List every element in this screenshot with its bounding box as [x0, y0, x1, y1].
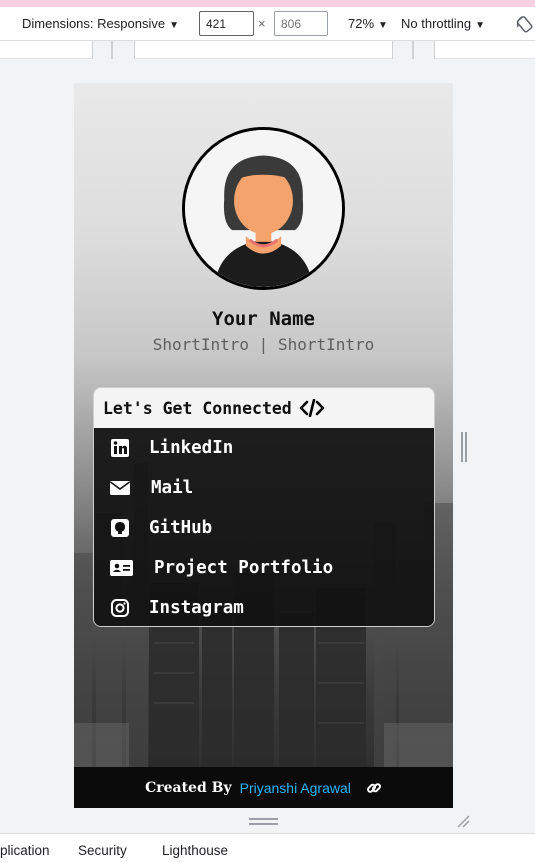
ruler-segment[interactable]: [92, 41, 112, 59]
link-icon[interactable]: [366, 780, 382, 796]
media-query-ruler: [0, 41, 535, 59]
portfolio-link[interactable]: Project Portfolio: [94, 548, 434, 588]
profile-avatar: [182, 127, 345, 290]
ruler-segment[interactable]: [413, 41, 435, 59]
profile-intro: ShortIntro | ShortIntro: [152, 335, 375, 354]
card-links: LinkedIn Mail GitHub Project Portfolio I…: [94, 428, 434, 626]
instagram-label: Instagram: [149, 598, 244, 618]
instagram-icon: [111, 599, 129, 617]
tab-security[interactable]: Security: [78, 843, 127, 858]
id-card-icon: [110, 560, 133, 576]
linkedin-icon: [111, 439, 129, 457]
ruler-segment[interactable]: [392, 41, 413, 59]
resize-handle-corner[interactable]: [456, 814, 470, 828]
linkedin-link[interactable]: LinkedIn: [94, 428, 434, 468]
width-input[interactable]: [199, 11, 254, 36]
portfolio-label: Project Portfolio: [154, 558, 334, 578]
dimensions-dropdown[interactable]: Dimensions: Responsive ▼: [22, 16, 179, 31]
profile-name: Your Name: [212, 308, 315, 330]
tab-lighthouse[interactable]: Lighthouse: [162, 843, 228, 858]
throttling-label: No throttling: [401, 16, 472, 31]
author-link[interactable]: Priyanshi Agrawal: [240, 780, 351, 796]
mail-icon: [110, 481, 130, 495]
resize-handle-right[interactable]: [461, 432, 467, 462]
mail-label: Mail: [151, 478, 194, 498]
zoom-dropdown[interactable]: 72% ▼: [348, 16, 388, 31]
created-by-text: Created By: [145, 779, 232, 796]
chevron-down-icon: ▼: [169, 20, 179, 31]
rotate-icon[interactable]: [516, 15, 534, 33]
devtools-tabs: plication Security Lighthouse: [0, 833, 535, 862]
card-title: Let's Get Connected: [103, 398, 292, 418]
device-toolbar: Dimensions: Responsive▼ × 72%▼ No thrott…: [0, 7, 535, 41]
chevron-down-icon: ▼: [475, 20, 485, 31]
linkedin-label: LinkedIn: [149, 438, 234, 458]
github-label: GitHub: [149, 518, 213, 538]
chevron-down-icon: ▼: [378, 20, 388, 31]
tab-application[interactable]: plication: [0, 843, 50, 858]
page-footer: Created By Priyanshi Agrawal: [74, 767, 453, 808]
dimensions-label: Dimensions: Responsive: [22, 16, 166, 31]
card-header: Let's Get Connected: [94, 388, 434, 428]
top-accent-strip: [0, 0, 535, 7]
ruler-segment[interactable]: [112, 41, 135, 59]
avatar-woman-icon: [185, 130, 342, 287]
instagram-link[interactable]: Instagram: [94, 588, 434, 626]
mail-link[interactable]: Mail: [94, 468, 434, 508]
resize-handle-bottom[interactable]: [249, 818, 278, 825]
github-icon: [111, 519, 129, 537]
github-link[interactable]: GitHub: [94, 508, 434, 548]
device-screen: Your Name ShortIntro | ShortIntro Let's …: [74, 83, 453, 808]
height-input[interactable]: [274, 11, 328, 36]
code-icon: [299, 399, 325, 417]
zoom-label: 72%: [348, 16, 375, 31]
throttling-dropdown[interactable]: No throttling ▼: [401, 16, 485, 31]
connect-card: Let's Get Connected LinkedIn Mail GitHub…: [93, 387, 435, 627]
times-symbol: ×: [258, 16, 266, 31]
